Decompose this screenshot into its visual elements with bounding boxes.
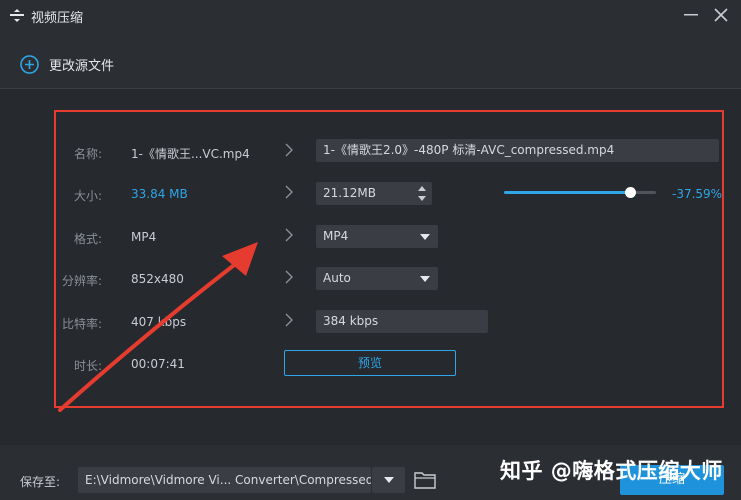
resolution-label: 分辨率:	[61, 274, 102, 288]
chevron-down-icon	[420, 234, 430, 240]
save-to-label: 保存至:	[20, 475, 61, 489]
format-select[interactable]: MP4	[316, 225, 438, 248]
size-slider[interactable]	[504, 187, 656, 198]
minimize-icon[interactable]	[682, 6, 700, 24]
source-format: MP4	[131, 230, 157, 244]
chevron-right-icon	[285, 270, 293, 284]
chevron-right-icon	[285, 228, 293, 242]
format-label: 格式:	[73, 232, 102, 246]
title-bar: 视频压缩	[0, 0, 741, 31]
name-label: 名称:	[73, 147, 102, 161]
resolution-select[interactable]: Auto	[316, 267, 438, 290]
bitrate-label: 比特率:	[61, 317, 102, 331]
resolution-select-value: Auto	[323, 271, 351, 285]
compress-icon	[10, 9, 24, 22]
source-bitrate: 407 kbps	[131, 315, 187, 329]
size-slider-fill	[504, 191, 631, 194]
spin-up-icon[interactable]	[418, 186, 426, 191]
spin-down-icon[interactable]	[418, 196, 426, 201]
chevron-right-icon	[285, 143, 293, 157]
plus-circle-icon	[20, 54, 39, 74]
source-size: 33.84 MB	[131, 187, 188, 201]
change-source-button[interactable]: 更改源文件	[20, 53, 114, 75]
bitrate-field[interactable]: 384 kbps	[316, 310, 488, 333]
format-select-value: MP4	[323, 229, 349, 243]
chevron-right-icon	[285, 185, 293, 199]
close-icon[interactable]	[711, 5, 731, 25]
save-path-dropdown[interactable]	[372, 467, 405, 493]
change-source-label: 更改源文件	[49, 58, 115, 74]
output-name-field[interactable]: 1-《情歌王2.0》-480P 标清-AVC_compressed.mp4	[316, 139, 719, 162]
size-label: 大小:	[73, 189, 102, 203]
output-size-value: 21.12MB	[323, 186, 376, 200]
source-resolution: 852x480	[131, 272, 184, 286]
folder-icon[interactable]	[414, 470, 436, 489]
chevron-down-icon	[420, 276, 430, 282]
chevron-right-icon	[285, 313, 293, 327]
output-size-field[interactable]: 21.12MB	[316, 182, 432, 205]
source-duration: 00:07:41	[131, 357, 185, 371]
save-path-field[interactable]: E:\Vidmore\Vidmore Vi... Converter\Compr…	[78, 467, 371, 493]
source-name: 1-《情歌王...VC.mp4	[131, 147, 250, 161]
duration-label: 时长:	[73, 359, 102, 373]
preview-button[interactable]: 预览	[284, 350, 456, 376]
size-percent: -37.59%	[672, 187, 723, 201]
chevron-down-icon	[384, 477, 394, 483]
window-title: 视频压缩	[31, 11, 84, 26]
watermark: 知乎 @嗨格式压缩大师	[500, 459, 723, 483]
